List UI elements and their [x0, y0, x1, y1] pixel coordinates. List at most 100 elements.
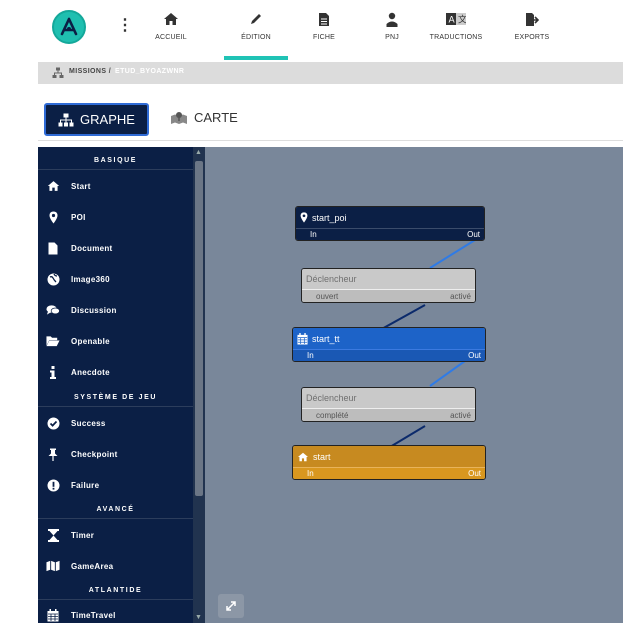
connection-wire [429, 239, 476, 269]
node-out-port[interactable]: Out [468, 469, 481, 478]
node-in-port[interactable]: In [307, 469, 314, 478]
node-in-port[interactable]: complété [316, 411, 348, 420]
scroll-down-icon[interactable]: ▼ [195, 614, 202, 621]
node-palette-sidebar: BASIQUE Start POI Document Image360 Disc… [38, 147, 205, 623]
app-root: ⋮ ACCUEIL ÉDITION FICHE PNJ A 文 TRADUCTI… [0, 0, 623, 623]
palette-item-timer[interactable]: Timer [38, 525, 193, 545]
tab-carte-label: CARTE [194, 110, 238, 125]
graph-node-start-tt[interactable]: start_tt In Out [292, 327, 486, 362]
palette-item-label: Start [71, 181, 91, 191]
graph-node-start[interactable]: start In Out [292, 445, 486, 480]
palette-item-document[interactable]: Document [38, 238, 193, 258]
document-icon [294, 10, 354, 28]
section-atlantide: ATLANTIDE [38, 587, 193, 600]
section-basique: BASIQUE [38, 157, 193, 170]
svg-text:文: 文 [458, 14, 466, 26]
palette-item-label: Document [71, 243, 113, 253]
nav-exports[interactable]: EXPORTS [502, 10, 562, 41]
node-in-port[interactable]: In [307, 351, 314, 360]
palette-item-failure[interactable]: Failure [38, 475, 193, 495]
node-out-port[interactable]: activé [450, 411, 471, 420]
tab-divider [38, 140, 623, 141]
file-icon [46, 241, 60, 255]
nav-label: PNJ [385, 34, 399, 41]
tab-carte[interactable]: CARTE [170, 110, 238, 125]
tab-graphe[interactable]: GRAPHE [44, 103, 149, 136]
home-icon [141, 10, 201, 28]
check-circle-icon [46, 416, 60, 430]
palette-item-label: Checkpoint [71, 449, 118, 459]
map-marker-icon [46, 210, 60, 224]
sitemap-icon [52, 67, 64, 78]
connection-wire [429, 360, 466, 387]
palette-item-checkpoint[interactable]: Checkpoint [38, 444, 193, 464]
palette-item-label: Anecdote [71, 367, 110, 377]
comments-icon [46, 303, 60, 317]
palette-item-gamearea[interactable]: GameArea [38, 556, 193, 576]
home-icon [46, 179, 60, 193]
nav-traductions[interactable]: A文 TRADUCTIONS [426, 10, 486, 41]
top-navbar: ⋮ ACCUEIL ÉDITION FICHE PNJ A 文 TRADUCTI… [0, 0, 623, 62]
palette-item-label: Timer [71, 530, 95, 540]
graph-canvas[interactable]: start_poi In Out Déclencheur ouvert acti… [205, 147, 623, 623]
node-in-port[interactable]: ouvert [316, 292, 338, 301]
graph-node-start-poi[interactable]: start_poi In Out [295, 206, 485, 241]
fullscreen-button[interactable] [218, 594, 244, 618]
scrollbar-thumb[interactable] [195, 161, 203, 496]
palette-item-label: Discussion [71, 305, 117, 315]
pencil-icon [226, 10, 286, 28]
node-out-port[interactable]: Out [468, 351, 481, 360]
nav-label: ACCUEIL [155, 34, 187, 41]
node-title: start_poi [312, 212, 347, 223]
node-title: start_tt [312, 333, 340, 344]
section-systeme-de-jeu: SYSTÈME DE JEU [38, 394, 193, 407]
palette-item-image360[interactable]: Image360 [38, 269, 193, 289]
node-out-port[interactable]: activé [450, 292, 471, 301]
palette-item-openable[interactable]: Openable [38, 331, 193, 351]
nav-edition[interactable]: ÉDITION [224, 10, 288, 60]
palette-item-poi[interactable]: POI [38, 207, 193, 227]
palette-item-label: Failure [71, 480, 100, 490]
palette-item-label: GameArea [71, 561, 114, 571]
map-icon [46, 559, 60, 573]
node-in-port[interactable]: In [310, 230, 317, 239]
svg-text:A: A [449, 16, 456, 26]
home-icon [298, 452, 308, 461]
sitemap-icon [58, 113, 74, 126]
more-menu-icon[interactable]: ⋮ [117, 18, 133, 34]
tab-graphe-label: GRAPHE [80, 112, 135, 127]
palette-item-discussion[interactable]: Discussion [38, 300, 193, 320]
hourglass-icon [46, 528, 60, 542]
globe-icon [46, 272, 60, 286]
breadcrumb: MISSIONS / ETUD_BYOAZWNR [38, 62, 623, 84]
nav-accueil[interactable]: ACCUEIL [141, 10, 201, 41]
palette-item-label: Image360 [71, 274, 110, 284]
node-title: start [313, 451, 331, 462]
breadcrumb-current: ETUD_BYOAZWNR [115, 68, 185, 75]
section-avance: AVANCÉ [38, 506, 193, 519]
nav-fiche[interactable]: FICHE [294, 10, 354, 41]
sidebar-scrollbar[interactable]: ▲ ▼ [193, 147, 205, 623]
breadcrumb-root-link[interactable]: MISSIONS / [69, 68, 111, 75]
palette-item-success[interactable]: Success [38, 413, 193, 433]
node-out-port[interactable]: Out [467, 230, 480, 239]
nav-label: TRADUCTIONS [429, 34, 483, 41]
calendar-icon [46, 608, 60, 622]
app-logo[interactable] [52, 10, 86, 44]
palette-item-label: Openable [71, 336, 110, 346]
palette-item-anecdote[interactable]: Anecdote [38, 362, 193, 382]
graph-node-trigger-ouvert[interactable]: Déclencheur ouvert activé [301, 268, 476, 303]
palette-item-start[interactable]: Start [38, 176, 193, 196]
info-icon [46, 365, 60, 379]
palette-item-label: TimeTravel [71, 610, 116, 620]
nav-label: ÉDITION [241, 34, 271, 41]
person-icon [362, 10, 422, 28]
nav-pnj[interactable]: PNJ [362, 10, 422, 41]
node-title: Déclencheur [306, 274, 357, 284]
exclamation-circle-icon [46, 478, 60, 492]
palette-item-timetravel[interactable]: TimeTravel [38, 605, 193, 623]
logo-icon [60, 17, 78, 36]
map-marked-icon [171, 111, 187, 124]
graph-node-trigger-complete[interactable]: Déclencheur complété activé [301, 387, 476, 422]
scroll-up-icon[interactable]: ▲ [195, 149, 202, 156]
